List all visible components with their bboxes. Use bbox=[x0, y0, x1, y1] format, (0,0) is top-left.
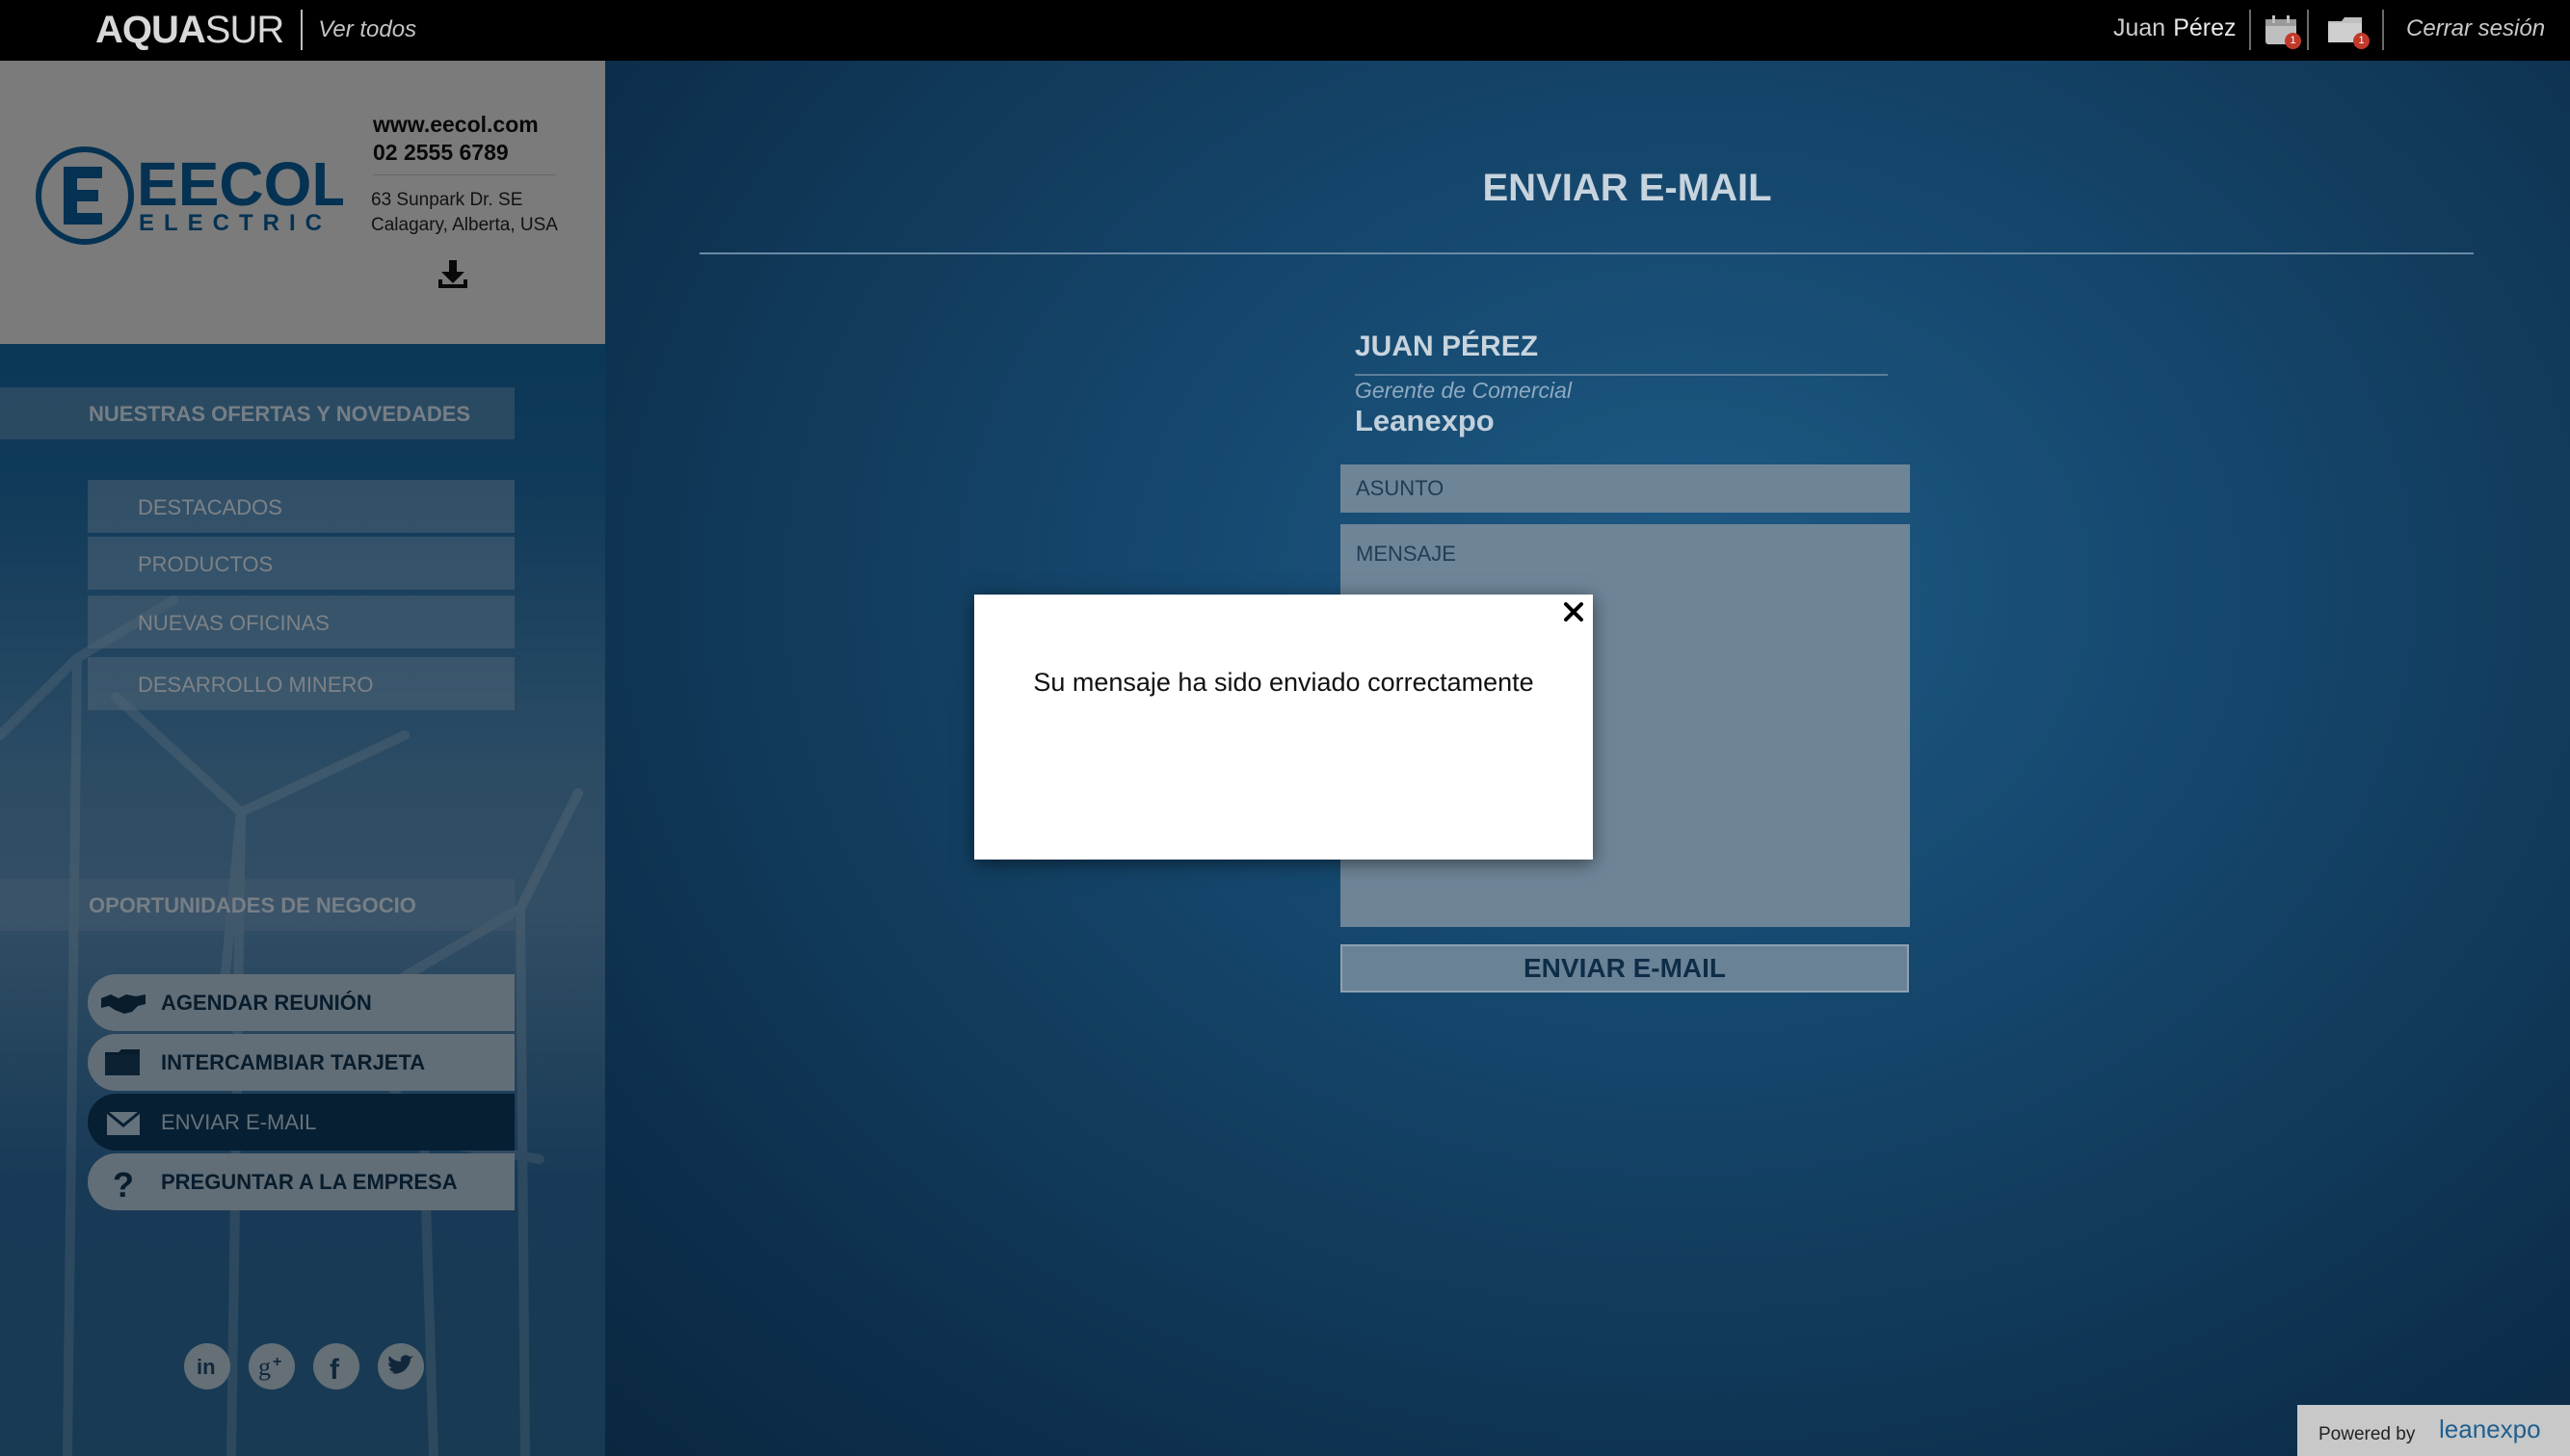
brand-divider bbox=[301, 10, 304, 50]
brand-logo-bold: AQUA bbox=[95, 8, 206, 51]
user-last-name: Pérez bbox=[2173, 14, 2237, 41]
send-email-submit-button[interactable]: ENVIAR E-MAIL bbox=[1340, 944, 1909, 993]
sidebar-dim-overlay bbox=[0, 61, 605, 1456]
cards-button[interactable]: 1 bbox=[2325, 13, 2370, 51]
page-title-text: ENVIAR E-MAIL bbox=[1482, 167, 1772, 209]
powered-by-badge[interactable]: Powered by leanexpo bbox=[2297, 1405, 2570, 1456]
brand[interactable]: AQUASUR Ver todos bbox=[95, 8, 416, 52]
logout-link[interactable]: Cerrar sesión bbox=[2406, 15, 2545, 42]
topbar-divider bbox=[2307, 10, 2309, 50]
topbar-divider bbox=[2249, 10, 2251, 50]
close-icon[interactable] bbox=[1562, 600, 1585, 623]
calendar-button[interactable]: 1 bbox=[2264, 13, 2301, 51]
title-divider bbox=[700, 252, 2474, 254]
top-bar: AQUASUR Ver todos Juan Pérez 1 1 Cerrar s… bbox=[0, 0, 2570, 61]
powered-by-label: Powered by bbox=[2318, 1424, 2416, 1444]
subject-input[interactable] bbox=[1340, 464, 1910, 513]
page-title: ENVIAR E-MAIL bbox=[605, 167, 2570, 210]
brand-logo[interactable]: AQUASUR bbox=[95, 8, 284, 52]
contact-divider bbox=[1355, 374, 1888, 376]
confirmation-modal: Su mensaje ha sido enviado correctamente bbox=[974, 595, 1593, 860]
user-first-name: Juan bbox=[2113, 14, 2166, 41]
contact-role: Gerente de Comercial bbox=[1355, 378, 1572, 403]
leanexpo-logo: leanexpo bbox=[2439, 1415, 2541, 1443]
contact-company: Leanexpo bbox=[1355, 404, 1495, 437]
see-all-link[interactable]: Ver todos bbox=[318, 16, 416, 43]
contact-name: JUAN PÉREZ bbox=[1355, 331, 1539, 362]
calendar-badge: 1 bbox=[2285, 33, 2301, 49]
modal-message: Su mensaje ha sido enviado correctamente bbox=[1033, 668, 1534, 697]
topbar-divider bbox=[2382, 10, 2384, 50]
cards-badge: 1 bbox=[2353, 33, 2370, 49]
brand-logo-light: SUR bbox=[204, 8, 284, 51]
user-name: Juan Pérez bbox=[2113, 14, 2237, 42]
